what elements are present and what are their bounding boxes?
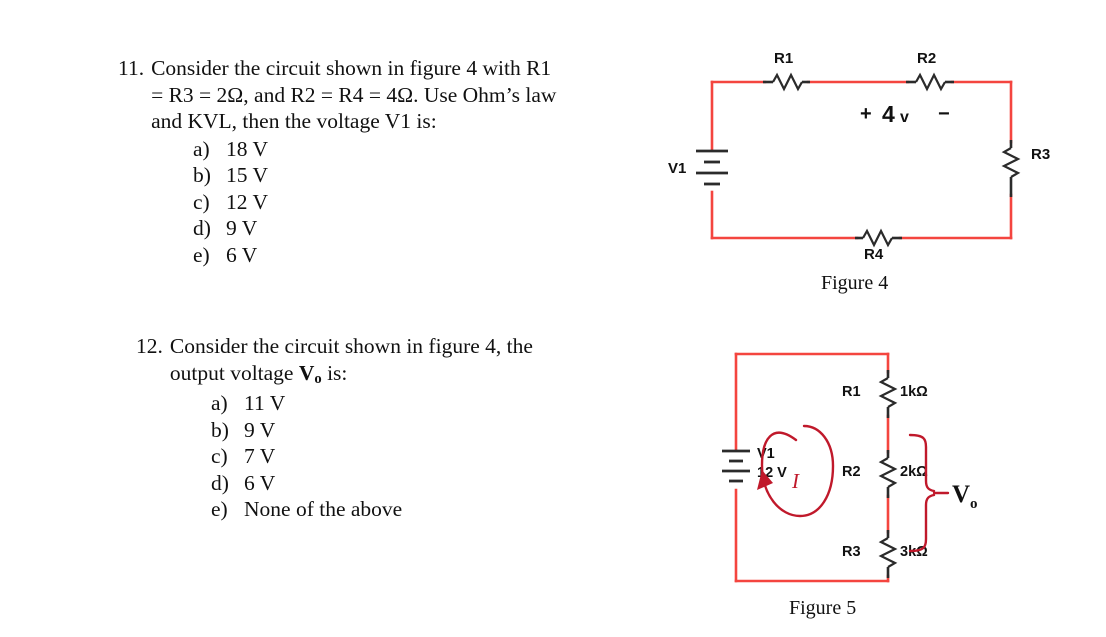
- choice-item[interactable]: e) 6 V: [193, 242, 648, 269]
- choice-item[interactable]: a) 18 V: [193, 136, 648, 163]
- question-12: 12. Consider the circuit shown in figure…: [136, 333, 656, 523]
- choice-text: 6 V: [244, 470, 276, 495]
- resistor-r3-label: R3: [842, 544, 861, 560]
- voltage-source-v1-label: V1: [668, 160, 686, 177]
- question-12-choices: a) 11 V b) 9 V c) 7 V d) 6 V e) None of …: [136, 390, 656, 523]
- figure-5-caption: Figure 5: [789, 597, 857, 619]
- resistor-r2-symbol: [878, 450, 898, 498]
- figure-5-diagram: R1 1kΩ R2 2kΩ R3 3kΩ V1 12 V I V o: [700, 340, 1040, 600]
- question-11-line-1: Consider the circuit shown in figure 4 w…: [151, 56, 552, 80]
- resistor-r2-symbol: [906, 72, 954, 92]
- choice-text: 7 V: [244, 444, 276, 468]
- choice-item[interactable]: e) None of the above: [211, 496, 656, 523]
- annotation-voltage-value: 4: [882, 101, 895, 127]
- question-12-line-2-prefix: output voltage: [169, 360, 299, 385]
- battery-symbol: [696, 149, 728, 186]
- choice-text: 15 V: [226, 163, 269, 187]
- output-voltage-subscript: o: [314, 370, 322, 387]
- choice-text: 9 V: [244, 417, 276, 442]
- question-11-number: 11.: [118, 56, 145, 80]
- resistor-r1-symbol: [763, 72, 810, 92]
- output-voltage-symbol: Vo: [298, 360, 322, 387]
- resistor-r3-symbol: [1001, 140, 1021, 197]
- current-label: I: [791, 469, 800, 493]
- choice-letter: c): [193, 189, 210, 214]
- choice-text: 18 V: [226, 136, 269, 161]
- choice-text: 12 V: [226, 189, 269, 214]
- annotation-voltage-unit: v: [900, 109, 909, 126]
- question-12-line-2: output voltage Vo is:: [170, 360, 656, 390]
- choice-letter: b): [193, 163, 211, 187]
- choice-item[interactable]: a) 11 V: [211, 390, 656, 417]
- question-11-line-2: = R3 = 2Ω, and R2 = R4 = 4Ω. Use Ohm’s l…: [151, 82, 557, 107]
- choice-text: 6 V: [226, 242, 258, 267]
- question-12-heading: 12. Consider the circuit shown in figure…: [136, 333, 656, 389]
- choice-item[interactable]: d) 9 V: [193, 215, 648, 242]
- choice-text: None of the above: [244, 497, 403, 521]
- resistor-r4-symbol: [855, 228, 902, 248]
- choice-text: 9 V: [226, 216, 258, 240]
- resistor-r1-label: R1: [774, 50, 793, 67]
- voltage-source-v1-label: V1: [757, 446, 775, 462]
- resistor-r4-label: R4: [864, 246, 884, 263]
- output-voltage-bracket: [908, 433, 950, 553]
- choice-letter: c): [211, 444, 228, 468]
- question-11-heading: 11. Consider the circuit shown in figure…: [118, 55, 648, 135]
- choice-item[interactable]: d) 6 V: [211, 470, 656, 497]
- choice-letter: b): [211, 417, 229, 442]
- battery-symbol: [722, 449, 750, 483]
- choice-item[interactable]: b) 9 V: [211, 417, 656, 444]
- choice-letter: e): [211, 497, 228, 521]
- choice-text: 11 V: [244, 391, 286, 415]
- figure-4-svg: R1 R2 R3 R4 V1 + 4 v −: [668, 50, 1050, 263]
- choice-item[interactable]: c) 7 V: [211, 443, 656, 470]
- question-12-line-2-suffix: is:: [321, 360, 348, 385]
- resistor-r3-label: R3: [1031, 146, 1050, 163]
- resistor-r1-label: R1: [842, 384, 861, 400]
- choice-item[interactable]: c) 12 V: [193, 189, 648, 216]
- question-11: 11. Consider the circuit shown in figure…: [118, 55, 648, 268]
- output-voltage-subscript: o: [970, 496, 978, 512]
- question-11-choices: a) 18 V b) 15 V c) 12 V d) 9 V e) 6 V: [118, 136, 648, 269]
- resistor-r2-label: R2: [842, 464, 861, 480]
- choice-letter: e): [193, 242, 210, 267]
- resistor-r3-symbol: [878, 530, 898, 578]
- choice-letter: d): [211, 470, 229, 495]
- question-11-line-3: and KVL, then the voltage V1 is:: [151, 109, 437, 133]
- choice-letter: d): [193, 216, 211, 240]
- output-voltage-var: V: [298, 360, 315, 385]
- question-12-text: Consider the circuit shown in figure 4, …: [170, 333, 656, 389]
- output-voltage-label: V: [952, 481, 970, 508]
- resistor-r2-value: 2kΩ: [900, 464, 928, 480]
- resistor-r1-value: 1kΩ: [900, 384, 928, 400]
- resistor-r1-symbol: [878, 370, 898, 418]
- question-12-number: 12.: [136, 334, 163, 358]
- polarity-plus-sign: +: [860, 103, 872, 125]
- choice-letter: a): [211, 391, 228, 415]
- figure-4-caption: Figure 4: [821, 272, 889, 294]
- resistor-r2-label: R2: [917, 50, 936, 67]
- figure-5-svg: R1 1kΩ R2 2kΩ R3 3kΩ V1 12 V I V o: [722, 352, 978, 583]
- document-page: 11. Consider the circuit shown in figure…: [0, 0, 1106, 637]
- question-12-line-1: Consider the circuit shown in figure 4, …: [169, 334, 533, 358]
- choice-item[interactable]: b) 15 V: [193, 162, 648, 189]
- choice-letter: a): [193, 136, 210, 161]
- figure-4-diagram: R1 R2 R3 R4 V1 + 4 v −: [660, 45, 1100, 265]
- question-11-text: Consider the circuit shown in figure 4 w…: [151, 55, 648, 135]
- polarity-minus-sign: −: [938, 103, 950, 125]
